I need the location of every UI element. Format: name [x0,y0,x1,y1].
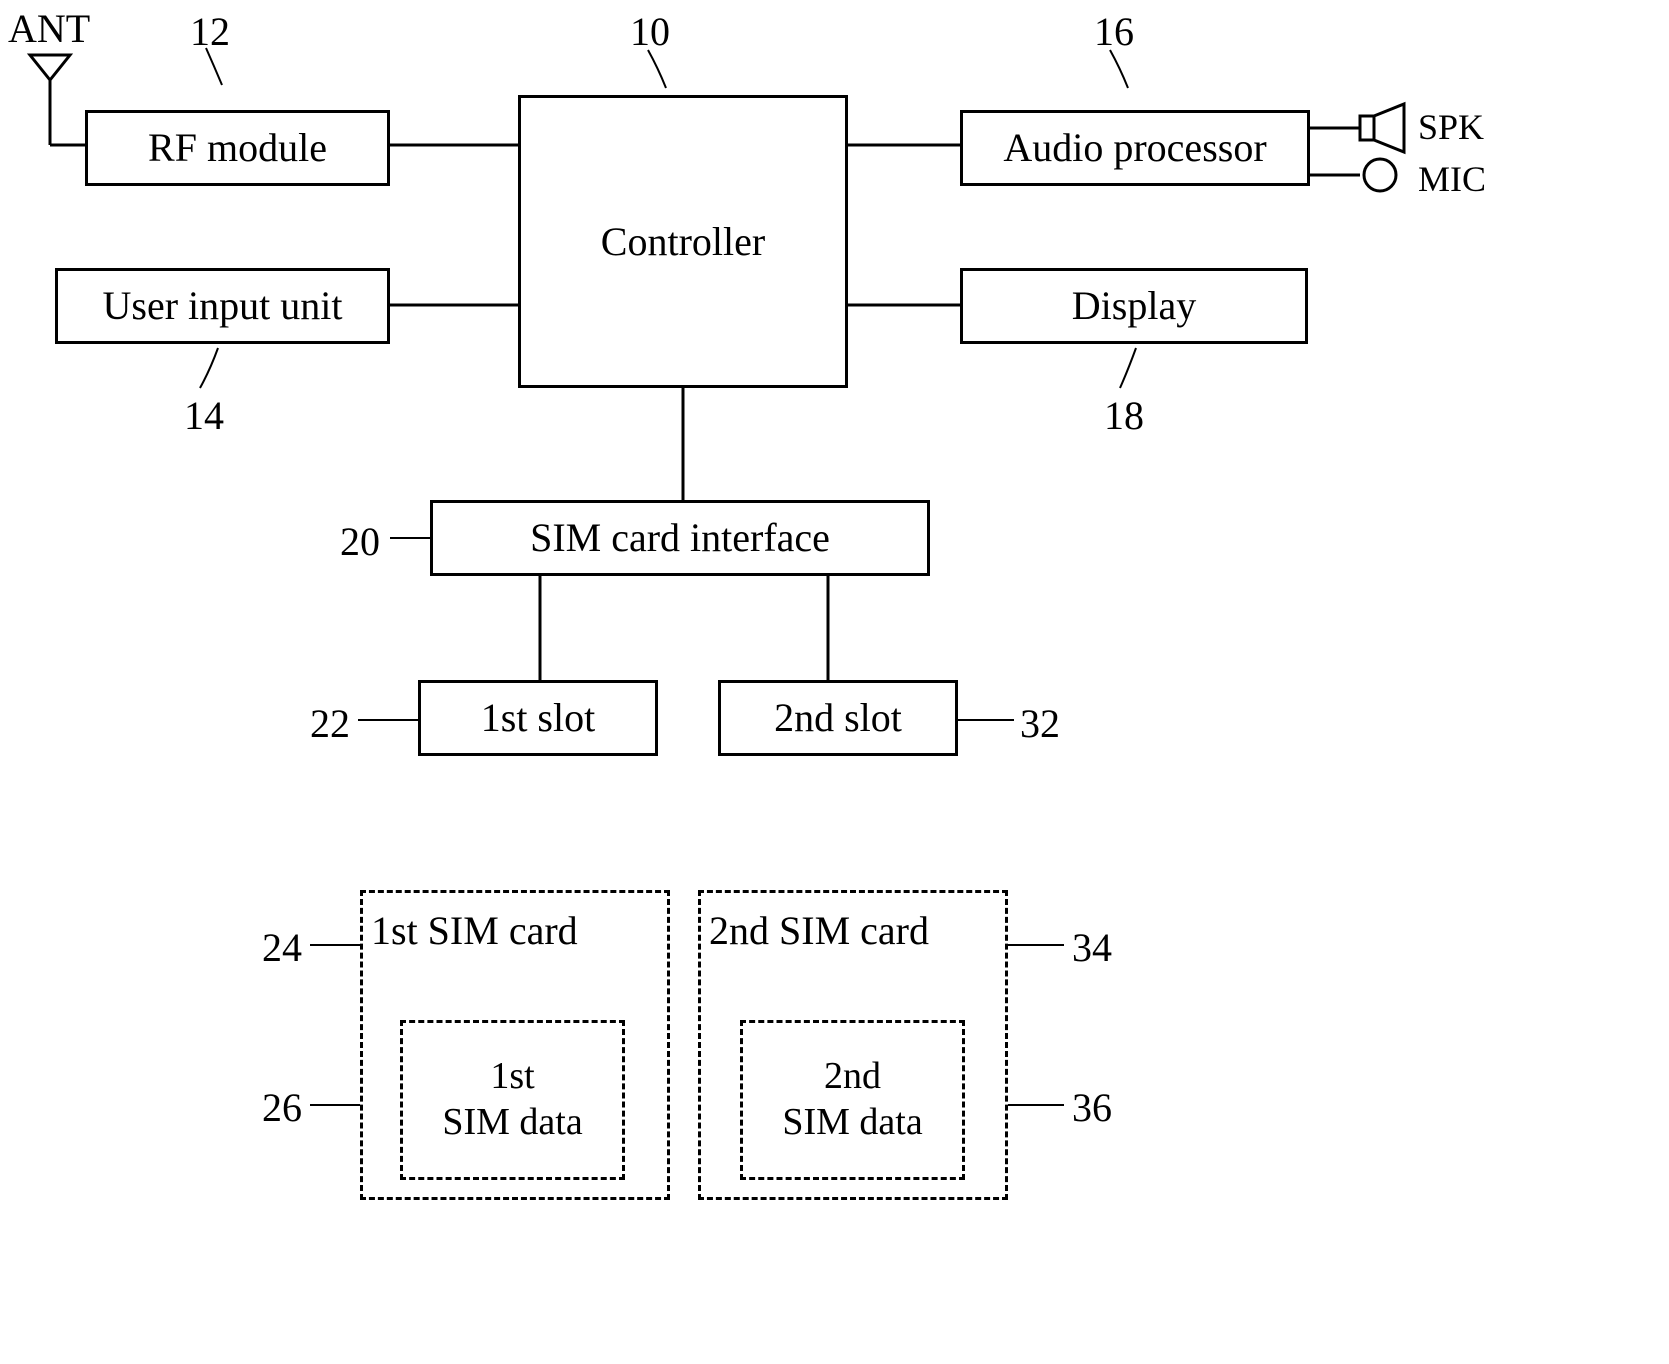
sim-card-interface-text: SIM card interface [530,514,830,562]
speaker-label: SPK [1418,106,1484,148]
display-block: Display [960,268,1308,344]
ref-user-input-unit: 14 [184,392,224,439]
audio-processor-text: Audio processor [1003,124,1266,172]
second-sim-data-text: 2nd SIM data [782,1054,922,1145]
first-sim-data-block: 1st SIM data [400,1020,625,1180]
controller-text: Controller [601,218,765,266]
second-sim-card-text: 2nd SIM card [709,907,929,955]
first-sim-data-text: 1st SIM data [442,1054,582,1145]
rf-module-block: RF module [85,110,390,186]
ref-second-sim-data: 36 [1072,1084,1112,1131]
rf-module-text: RF module [148,124,327,172]
user-input-unit-text: User input unit [103,282,343,330]
first-slot-block: 1st slot [418,680,658,756]
second-slot-block: 2nd slot [718,680,958,756]
ref-rf-module: 12 [190,8,230,55]
second-sim-data-block: 2nd SIM data [740,1020,965,1180]
ref-second-sim-card: 34 [1072,924,1112,971]
ref-first-slot: 22 [310,700,350,747]
block-diagram: ANT SPK MIC 12 10 16 14 18 20 22 32 24 2… [0,0,1669,1364]
first-slot-text: 1st slot [481,694,595,742]
ref-second-slot: 32 [1020,700,1060,747]
ref-first-sim-card: 24 [262,924,302,971]
ref-sim-card-interface: 20 [340,518,380,565]
second-slot-text: 2nd slot [774,694,902,742]
ref-first-sim-data: 26 [262,1084,302,1131]
sim-card-interface-block: SIM card interface [430,500,930,576]
user-input-unit-block: User input unit [55,268,390,344]
controller-block: Controller [518,95,848,388]
mic-label: MIC [1418,158,1486,200]
ref-audio-processor: 16 [1094,8,1134,55]
ref-display: 18 [1104,392,1144,439]
first-sim-card-text: 1st SIM card [371,907,578,955]
display-text: Display [1072,282,1196,330]
audio-processor-block: Audio processor [960,110,1310,186]
antenna-label: ANT [8,5,90,52]
ref-controller: 10 [630,8,670,55]
